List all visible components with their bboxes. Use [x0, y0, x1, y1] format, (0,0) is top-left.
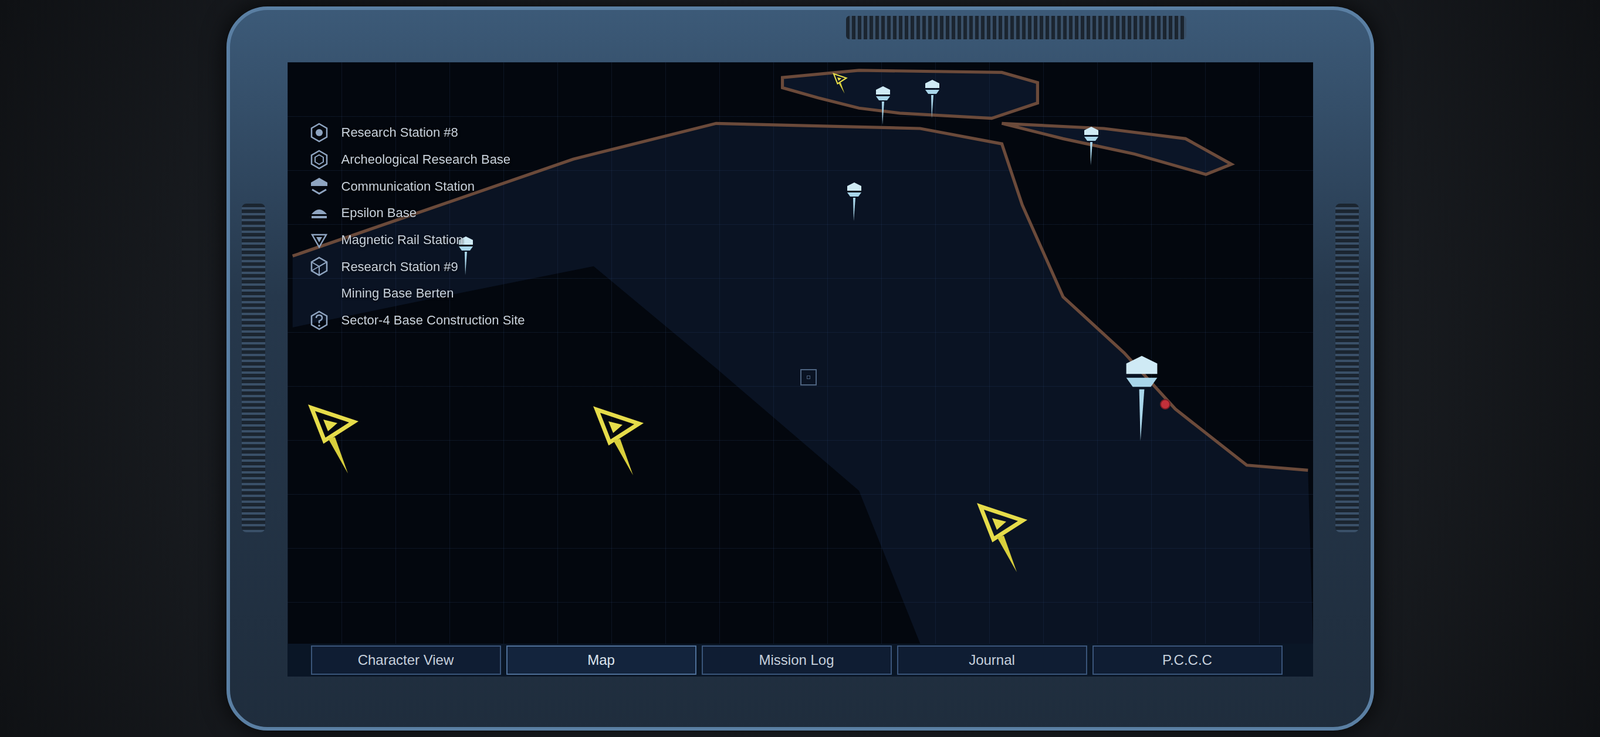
legend-item[interactable]: Epsilon Base [308, 199, 526, 227]
map-legend: Research Station #8 Archeological Researc… [308, 119, 526, 334]
location-pin-icon[interactable] [874, 85, 892, 127]
legend-label: Communication Station [341, 176, 475, 196]
objective-marker-icon[interactable] [592, 406, 645, 477]
left-grip [241, 203, 266, 533]
legend-item[interactable]: Research Station #9 [308, 252, 526, 280]
right-grip [1335, 203, 1359, 533]
map-cursor [800, 369, 817, 386]
hex-icon [308, 149, 330, 171]
legend-label: Archeological Research Base [341, 149, 512, 169]
legend-label: Magnetic Rail Station [341, 229, 464, 250]
tablet-frame: Research Station #8 Archeological Researc… [226, 6, 1375, 731]
legend-item[interactable]: Archeological Research Base [308, 146, 526, 174]
cube-icon [308, 255, 330, 277]
objective-marker-icon[interactable] [975, 502, 1029, 574]
hex-dot-icon [308, 122, 330, 144]
location-pin-icon[interactable] [1082, 125, 1101, 167]
tab-bar: Character ViewMapMission LogJournalP.C.C… [287, 643, 1314, 677]
player-marker [1159, 398, 1171, 410]
top-grip [846, 15, 1187, 40]
legend-label: Research Station #8 [341, 122, 459, 142]
empty-icon [308, 282, 330, 304]
legend-item[interactable]: Communication Station [308, 172, 526, 200]
tab-button[interactable]: Character View [310, 645, 502, 675]
legend-item[interactable]: Research Station #8 [308, 119, 526, 147]
location-pin-icon[interactable] [1122, 353, 1162, 444]
tab-button[interactable]: P.C.C.C [1092, 645, 1283, 675]
location-pin-icon[interactable] [923, 78, 942, 120]
objective-marker-icon[interactable] [831, 72, 848, 94]
tab-button[interactable]: Map [506, 645, 697, 675]
legend-item[interactable]: Magnetic Rail Station [308, 226, 526, 254]
legend-item[interactable]: Sector-4 Base Construction Site [308, 306, 526, 334]
triangle-icon [308, 229, 330, 251]
base-icon [308, 175, 330, 197]
location-pin-icon[interactable] [845, 181, 864, 223]
dome-icon [308, 202, 330, 224]
legend-item[interactable]: Mining Base Berten [308, 279, 526, 307]
tab-button[interactable]: Mission Log [701, 645, 892, 675]
game-screen: Research Station #8 Archeological Researc… [0, 0, 1600, 737]
map-screen[interactable]: Research Station #8 Archeological Researc… [287, 62, 1314, 644]
legend-label: Mining Base Berten [341, 283, 455, 303]
coastline-icon [287, 62, 1314, 644]
question-icon [308, 309, 330, 331]
legend-label: Research Station #9 [341, 256, 459, 277]
objective-marker-icon[interactable] [306, 404, 360, 475]
tab-button[interactable]: Journal [897, 645, 1088, 675]
legend-label: Sector-4 Base Construction Site [341, 310, 526, 330]
legend-label: Epsilon Base [341, 203, 417, 223]
